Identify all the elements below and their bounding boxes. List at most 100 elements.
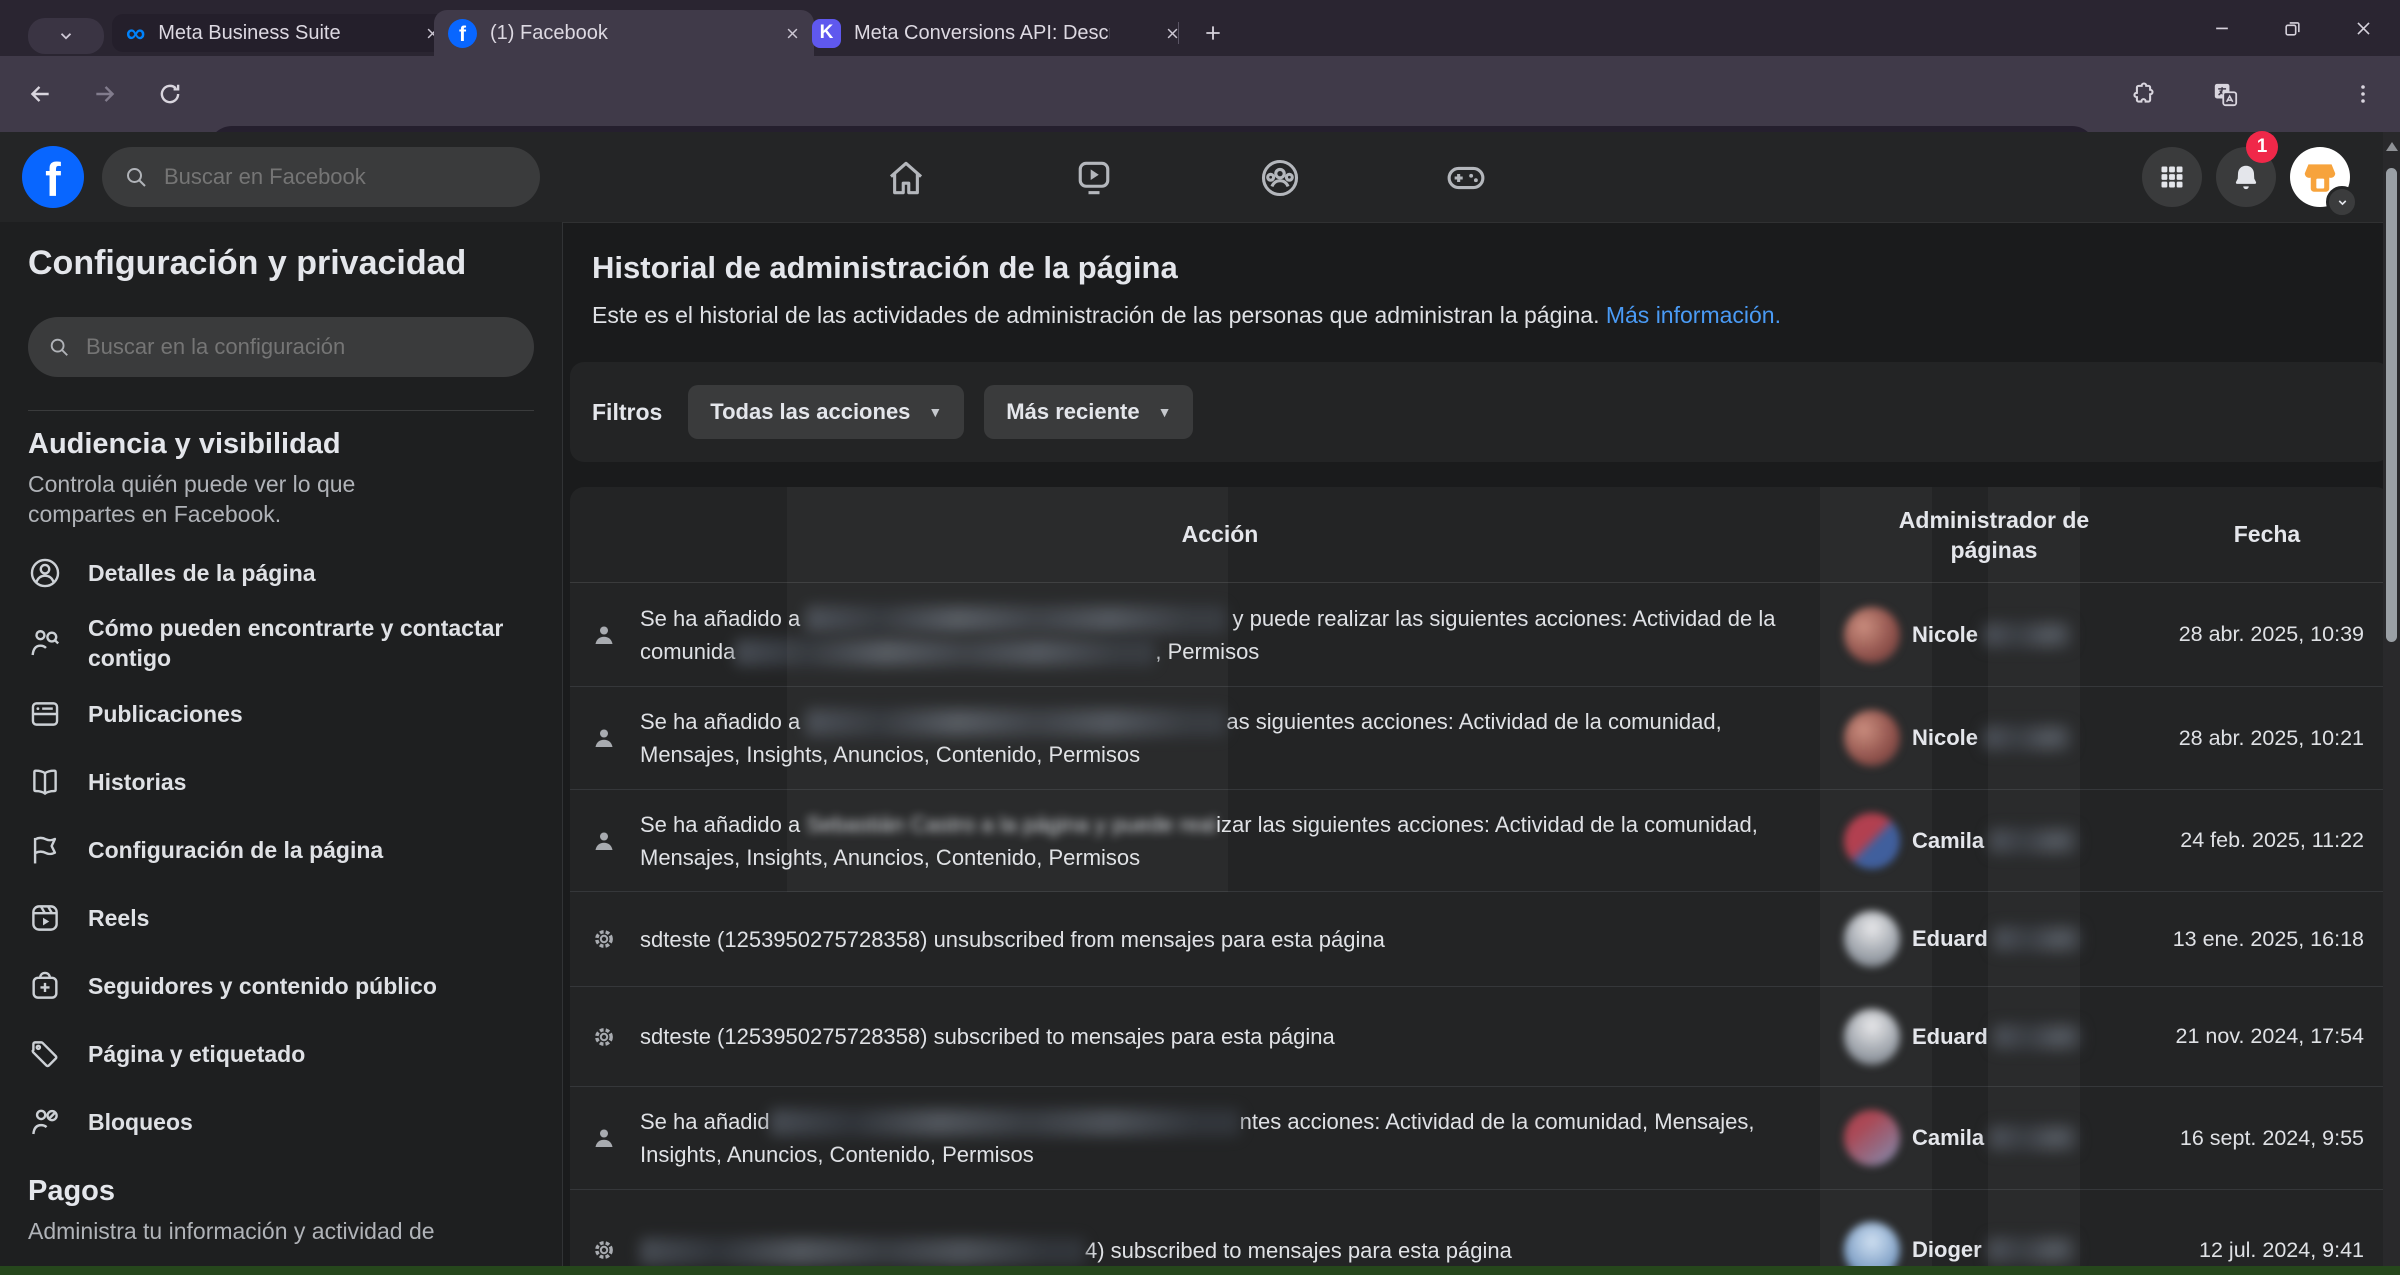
sidebar-item-seguidores[interactable]: Seguidores y contenido público <box>28 958 534 1013</box>
redacted-surname <box>1994 927 2080 951</box>
admin-cell: Camila <box>1844 813 2144 869</box>
forward-arrow-icon <box>92 81 118 107</box>
admin-cell: Nicole <box>1844 607 2144 663</box>
table-row: Se ha añadido a y puede realizar las sig… <box>570 583 2390 687</box>
scroll-up-arrow-icon[interactable] <box>2386 142 2398 151</box>
settings-sidebar: Configuración y privacidad Audiencia y v… <box>0 222 563 1275</box>
reload-button[interactable] <box>150 74 190 114</box>
bottom-edge-strip <box>0 1266 2400 1275</box>
description-text: Este es el historial de las actividades … <box>592 302 1599 328</box>
browser-tab-strip: ∞ Meta Business Suite f (1) Facebook K M… <box>0 0 2400 56</box>
nav-watch[interactable] <box>1070 154 1118 202</box>
filter-sort-dropdown[interactable]: Más reciente ▼ <box>984 385 1193 439</box>
sidebar-item-detalles-pagina[interactable]: Detalles de la página <box>28 545 534 600</box>
filter-all-actions-dropdown[interactable]: Todas las acciones ▼ <box>688 385 964 439</box>
kommo-favicon-icon: K <box>812 19 841 48</box>
nav-gaming[interactable] <box>1442 154 1490 202</box>
tab-meta-conversions-api[interactable]: K Meta Conversions API: Descripc <box>798 14 1194 52</box>
date-cell: 28 abr. 2025, 10:21 <box>2144 726 2390 751</box>
facebook-logo[interactable]: f <box>22 146 84 208</box>
admin-name: Eduard <box>1912 1024 1988 1050</box>
new-tab-button[interactable] <box>1196 16 1230 50</box>
nav-groups[interactable] <box>1256 154 1304 202</box>
translate-button[interactable] <box>2205 74 2245 114</box>
meta-logo-icon: ∞ <box>126 23 145 43</box>
flag-icon <box>28 833 64 867</box>
table-row: Se ha añadido a Sebastián Castro a la pá… <box>570 790 2390 892</box>
sidebar-item-bloqueos[interactable]: Bloqueos <box>28 1094 534 1149</box>
home-icon <box>884 156 928 200</box>
redacted-text <box>806 709 1226 736</box>
puzzle-icon <box>2129 81 2155 107</box>
section-title: Audiencia y visibilidad <box>28 428 534 461</box>
minimize-button[interactable] <box>2199 12 2245 44</box>
facebook-settings-screen: ∞ Meta Business Suite f (1) Facebook K M… <box>0 0 2400 1275</box>
gaming-icon <box>1444 156 1488 200</box>
page-scrollbar[interactable] <box>2383 132 2400 1275</box>
settings-search-input[interactable] <box>84 333 514 361</box>
browser-toolbar: N <box>0 56 2400 132</box>
close-tab-icon[interactable] <box>771 26 800 41</box>
facebook-search-input[interactable] <box>162 163 518 191</box>
close-window-button[interactable] <box>2340 12 2386 44</box>
browser-menu-button[interactable] <box>2343 74 2383 114</box>
book-icon <box>28 765 64 799</box>
admin-avatar <box>1844 710 1900 766</box>
sidebar-item-label: Historias <box>88 767 186 797</box>
extensions-button[interactable] <box>2122 74 2162 114</box>
admin-name: Dioger <box>1912 1237 1982 1263</box>
sidebar-item-publicaciones[interactable]: Publicaciones <box>28 686 534 741</box>
forward-button[interactable] <box>85 74 125 114</box>
action-text: Se ha añadidntes acciones: Actividad de … <box>640 1105 1800 1171</box>
sidebar-item-label: Publicaciones <box>88 699 243 729</box>
admin-avatar <box>1844 911 1900 967</box>
tag-icon <box>28 1037 64 1071</box>
table-header-row: Acción Administrador de páginas Fecha <box>570 487 2390 583</box>
back-button[interactable] <box>20 74 60 114</box>
tab-search-button[interactable] <box>28 18 104 54</box>
sidebar-item-configuracion-pagina[interactable]: Configuración de la página <box>28 822 534 877</box>
filter-label: Todas las acciones <box>710 399 910 425</box>
admin-cell: Eduard <box>1844 911 2144 967</box>
settings-search[interactable] <box>28 317 534 377</box>
mas-informacion-link[interactable]: Más información. <box>1606 302 1781 328</box>
action-text: Se ha añadido a Sebastián Castro a la pá… <box>640 808 1800 874</box>
gear-icon <box>592 1238 640 1262</box>
sidebar-item-etiquetado[interactable]: Página y etiquetado <box>28 1026 534 1081</box>
posts-icon <box>28 697 64 731</box>
admin-name: Nicole <box>1912 622 1978 648</box>
search-icon <box>48 336 70 358</box>
redacted-surname <box>1994 1025 2080 1049</box>
tab-meta-business-suite[interactable]: ∞ Meta Business Suite <box>112 14 454 52</box>
restore-button[interactable] <box>2269 12 2315 44</box>
redacted-surname <box>1984 623 2070 647</box>
history-rows: Se ha añadido a y puede realizar las sig… <box>570 583 2390 1275</box>
person-icon <box>592 1126 640 1150</box>
scrollbar-thumb[interactable] <box>2386 168 2397 642</box>
sidebar-item-como-encontrarte[interactable]: Cómo pueden encontrarte y contactar cont… <box>28 613 534 673</box>
blurred-text: Sebastián Castro a la página y puede rea… <box>806 812 1216 837</box>
tab-facebook-active[interactable]: f (1) Facebook <box>434 10 814 56</box>
three-dots-icon <box>2351 82 2375 106</box>
caret-down-icon: ▼ <box>1158 404 1172 420</box>
close-tab-icon[interactable] <box>1151 26 1180 41</box>
section-description: Controla quién puede ver lo que comparte… <box>28 469 468 529</box>
person-icon <box>592 623 640 647</box>
table-row: Se ha añadidntes acciones: Actividad de … <box>570 1087 2390 1190</box>
redacted-text <box>770 1109 1240 1136</box>
sidebar-item-label: Configuración de la página <box>88 835 383 865</box>
back-arrow-icon <box>27 81 53 107</box>
nav-home[interactable] <box>882 154 930 202</box>
facebook-search[interactable] <box>102 147 540 207</box>
sidebar-item-reels[interactable]: Reels <box>28 890 534 945</box>
apps-menu-button[interactable] <box>2142 147 2202 207</box>
chevron-down-icon <box>57 27 75 45</box>
sidebar-item-label: Seguidores y contenido público <box>88 971 437 1001</box>
close-icon <box>2354 19 2373 38</box>
account-chevron-button[interactable] <box>2326 186 2358 218</box>
sidebar-item-historias[interactable]: Historias <box>28 754 534 809</box>
admin-name: Nicole <box>1912 725 1978 751</box>
page-description: Este es el historial de las actividades … <box>592 302 1781 329</box>
table-row: Se ha añadido a as siguientes acciones: … <box>570 687 2390 790</box>
action-text: sdteste (1253950275728358) subscribed to… <box>640 1020 1800 1053</box>
